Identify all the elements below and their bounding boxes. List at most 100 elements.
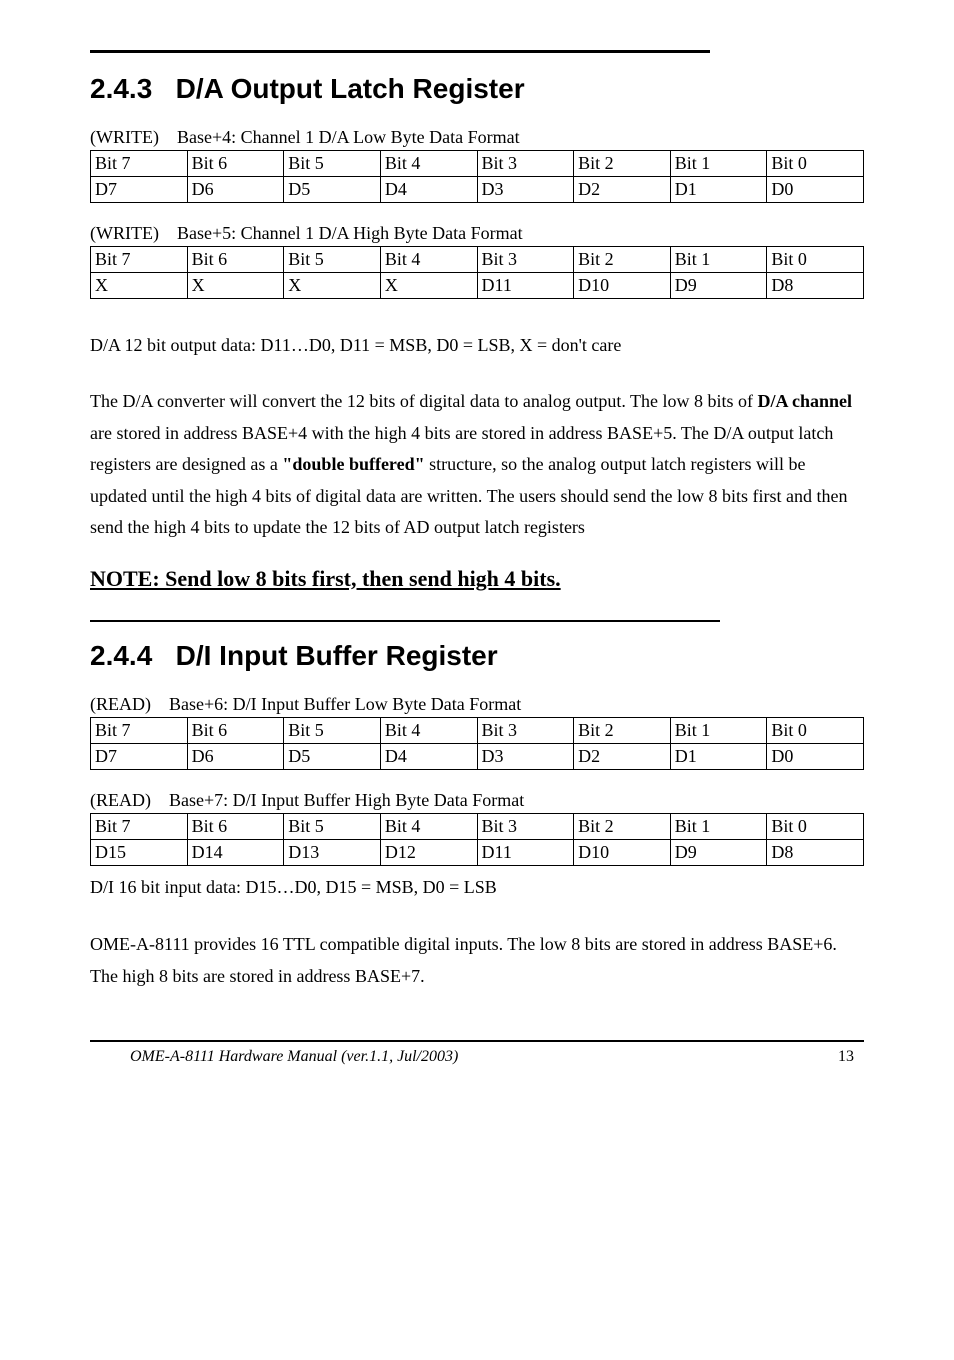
table-row: X X X X D11 D10 D9 D8 — [91, 273, 864, 299]
cell: Bit 1 — [670, 717, 767, 743]
cell: D1 — [670, 743, 767, 769]
section-number: 2.4.3 — [90, 73, 152, 104]
table-row: D15 D14 D13 D12 D11 D10 D9 D8 — [91, 839, 864, 865]
section-title-text: D/A Output Latch Register — [176, 73, 525, 104]
cell: D2 — [574, 743, 671, 769]
table-row: Bit 7 Bit 6 Bit 5 Bit 4 Bit 3 Bit 2 Bit … — [91, 247, 864, 273]
cell: Bit 0 — [767, 247, 864, 273]
table-row: Bit 7 Bit 6 Bit 5 Bit 4 Bit 3 Bit 2 Bit … — [91, 151, 864, 177]
cell: D10 — [574, 839, 671, 865]
cell: Bit 3 — [477, 247, 574, 273]
cell: X — [187, 273, 284, 299]
document-page: 2.4.3 D/A Output Latch Register (WRITE) … — [0, 0, 954, 1360]
cell: D8 — [767, 273, 864, 299]
section-number: 2.4.4 — [90, 640, 152, 671]
cell: D5 — [284, 743, 381, 769]
cell: D6 — [187, 177, 284, 203]
footer-page-number: 13 — [838, 1048, 854, 1066]
table-caption: (WRITE) Base+5: Channel 1 D/A High Byte … — [90, 223, 864, 244]
cell: Bit 0 — [767, 151, 864, 177]
caption-text: Base+7: D/I Input Buffer High Byte Data … — [169, 790, 524, 810]
cell: Bit 7 — [91, 813, 188, 839]
cell: D3 — [477, 177, 574, 203]
section-heading-243: 2.4.3 D/A Output Latch Register — [90, 73, 864, 105]
bit-table-243-low: Bit 7 Bit 6 Bit 5 Bit 4 Bit 3 Bit 2 Bit … — [90, 150, 864, 203]
bit-table-244-low: Bit 7 Bit 6 Bit 5 Bit 4 Bit 3 Bit 2 Bit … — [90, 717, 864, 770]
table-caption: (WRITE) Base+4: Channel 1 D/A Low Byte D… — [90, 127, 864, 148]
cell: Bit 2 — [574, 717, 671, 743]
footer-doc-title: OME-A-8111 Hardware Manual (ver.1.1, Jul… — [130, 1048, 458, 1066]
cell: Bit 4 — [380, 151, 477, 177]
note-heading: NOTE: Send low 8 bits first, then send h… — [90, 566, 864, 592]
caption-prefix: (WRITE) — [90, 127, 159, 147]
cell: D0 — [767, 177, 864, 203]
cell: Bit 2 — [574, 813, 671, 839]
cell: D15 — [91, 839, 188, 865]
caption-text: Base+6: D/I Input Buffer Low Byte Data F… — [169, 694, 521, 714]
cell: D13 — [284, 839, 381, 865]
section-title-text: D/I Input Buffer Register — [176, 640, 498, 671]
caption-prefix: (READ) — [90, 694, 151, 714]
cell: Bit 5 — [284, 813, 381, 839]
cell: Bit 3 — [477, 717, 574, 743]
cell: D1 — [670, 177, 767, 203]
cell: Bit 4 — [380, 247, 477, 273]
table-row: Bit 7 Bit 6 Bit 5 Bit 4 Bit 3 Bit 2 Bit … — [91, 717, 864, 743]
cell: D2 — [574, 177, 671, 203]
cell: X — [380, 273, 477, 299]
cell: X — [91, 273, 188, 299]
cell: D3 — [477, 743, 574, 769]
caption-text: Base+4: Channel 1 D/A Low Byte Data Form… — [177, 127, 520, 147]
table-row: D7 D6 D5 D4 D3 D2 D1 D0 — [91, 743, 864, 769]
table-caption: (READ) Base+7: D/I Input Buffer High Byt… — [90, 790, 864, 811]
cell: X — [284, 273, 381, 299]
data-note-244: D/I 16 bit input data: D15…D0, D15 = MSB… — [90, 872, 864, 904]
page-footer: OME-A-8111 Hardware Manual (ver.1.1, Jul… — [90, 1042, 864, 1066]
caption-prefix: (WRITE) — [90, 223, 159, 243]
cell: D4 — [380, 743, 477, 769]
cell: Bit 7 — [91, 247, 188, 273]
caption-text: Base+5: Channel 1 D/A High Byte Data For… — [177, 223, 523, 243]
cell: Bit 2 — [574, 247, 671, 273]
section-divider — [90, 620, 720, 622]
table-row: D7 D6 D5 D4 D3 D2 D1 D0 — [91, 177, 864, 203]
table-row: Bit 7 Bit 6 Bit 5 Bit 4 Bit 3 Bit 2 Bit … — [91, 813, 864, 839]
cell: D10 — [574, 273, 671, 299]
cell: Bit 6 — [187, 151, 284, 177]
cell: Bit 0 — [767, 717, 864, 743]
cell: Bit 4 — [380, 813, 477, 839]
cell: Bit 6 — [187, 813, 284, 839]
cell: D7 — [91, 177, 188, 203]
cell: D4 — [380, 177, 477, 203]
section-heading-244: 2.4.4 D/I Input Buffer Register — [90, 640, 864, 672]
cell: D0 — [767, 743, 864, 769]
bit-table-243-high: Bit 7 Bit 6 Bit 5 Bit 4 Bit 3 Bit 2 Bit … — [90, 246, 864, 299]
cell: Bit 5 — [284, 717, 381, 743]
table-caption: (READ) Base+6: D/I Input Buffer Low Byte… — [90, 694, 864, 715]
cell: D6 — [187, 743, 284, 769]
bit-table-244-high: Bit 7 Bit 6 Bit 5 Bit 4 Bit 3 Bit 2 Bit … — [90, 813, 864, 866]
cell: Bit 3 — [477, 813, 574, 839]
cell: D11 — [477, 839, 574, 865]
caption-prefix: (READ) — [90, 790, 151, 810]
cell: Bit 0 — [767, 813, 864, 839]
cell: D12 — [380, 839, 477, 865]
cell: D11 — [477, 273, 574, 299]
cell: D14 — [187, 839, 284, 865]
cell: D9 — [670, 273, 767, 299]
cell: D7 — [91, 743, 188, 769]
cell: Bit 7 — [91, 151, 188, 177]
cell: Bit 1 — [670, 247, 767, 273]
cell: D5 — [284, 177, 381, 203]
section-divider — [90, 50, 710, 53]
cell: Bit 1 — [670, 151, 767, 177]
section-244-paragraph: OME-A-8111 provides 16 TTL compatible di… — [90, 929, 864, 992]
cell: Bit 1 — [670, 813, 767, 839]
cell: Bit 5 — [284, 151, 381, 177]
cell: Bit 2 — [574, 151, 671, 177]
cell: Bit 7 — [91, 717, 188, 743]
cell: Bit 6 — [187, 247, 284, 273]
cell: D8 — [767, 839, 864, 865]
section-243-paragraph: The D/A converter will convert the 12 bi… — [90, 386, 864, 544]
para-fragment: The D/A converter will convert the 12 bi… — [90, 391, 758, 411]
